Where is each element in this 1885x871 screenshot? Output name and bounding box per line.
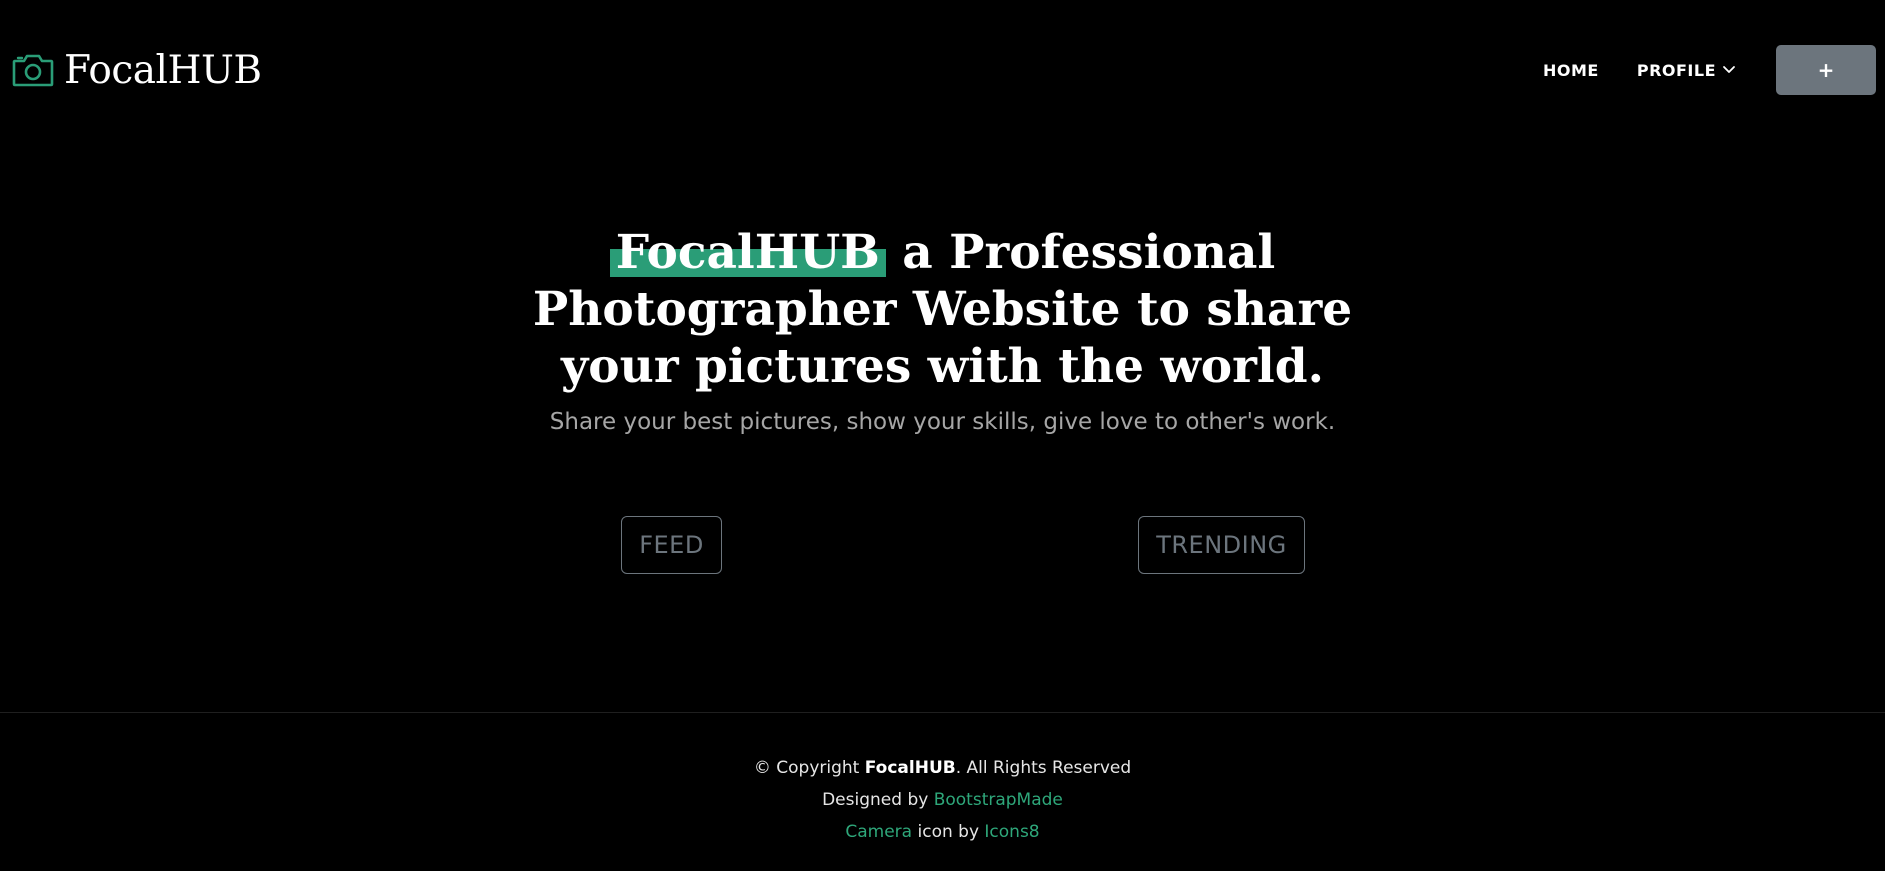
footer-icon-credit: Camera icon by Icons8 (0, 816, 1885, 848)
copyright-prefix: © Copyright (753, 758, 865, 778)
hero-section: FocalHUB a Professional Photographer Web… (0, 224, 1885, 435)
footer-copyright: © Copyright FocalHUB. All Rights Reserve… (0, 752, 1885, 784)
bootstrapmade-link[interactable]: BootstrapMade (934, 790, 1063, 810)
main-nav: HOME PROFILE + (1543, 44, 1885, 96)
camera-icon-link[interactable]: Camera (845, 822, 912, 842)
icon-credit-middle: icon by (912, 822, 985, 842)
nav-home-link[interactable]: HOME (1543, 61, 1599, 80)
brand-logo-link[interactable]: FocalHUB (12, 44, 262, 96)
hero-title-highlight: FocalHUB (609, 224, 887, 281)
camera-icon (12, 54, 54, 87)
icons8-link[interactable]: Icons8 (984, 822, 1039, 842)
trending-button[interactable]: TRENDING (1138, 516, 1305, 574)
feed-button[interactable]: FEED (621, 516, 722, 574)
designed-prefix: Designed by (822, 790, 934, 810)
chevron-down-icon (1723, 66, 1735, 73)
site-footer: © Copyright FocalHUB. All Rights Reserve… (0, 712, 1885, 871)
nav-profile-label: PROFILE (1636, 60, 1716, 80)
footer-designed-by: Designed by BootstrapMade (0, 784, 1885, 816)
brand-name: FocalHUB (64, 47, 262, 93)
copyright-brand: FocalHUB (864, 758, 956, 778)
hero-title: FocalHUB a Professional Photographer Web… (533, 224, 1353, 395)
site-header: FocalHUB HOME PROFILE + (0, 0, 1885, 140)
copyright-suffix: . All Rights Reserved (955, 758, 1132, 778)
add-post-button[interactable]: + (1776, 45, 1876, 95)
hero-subtitle: Share your best pictures, show your skil… (549, 409, 1336, 435)
nav-profile-dropdown[interactable]: PROFILE (1637, 61, 1736, 80)
